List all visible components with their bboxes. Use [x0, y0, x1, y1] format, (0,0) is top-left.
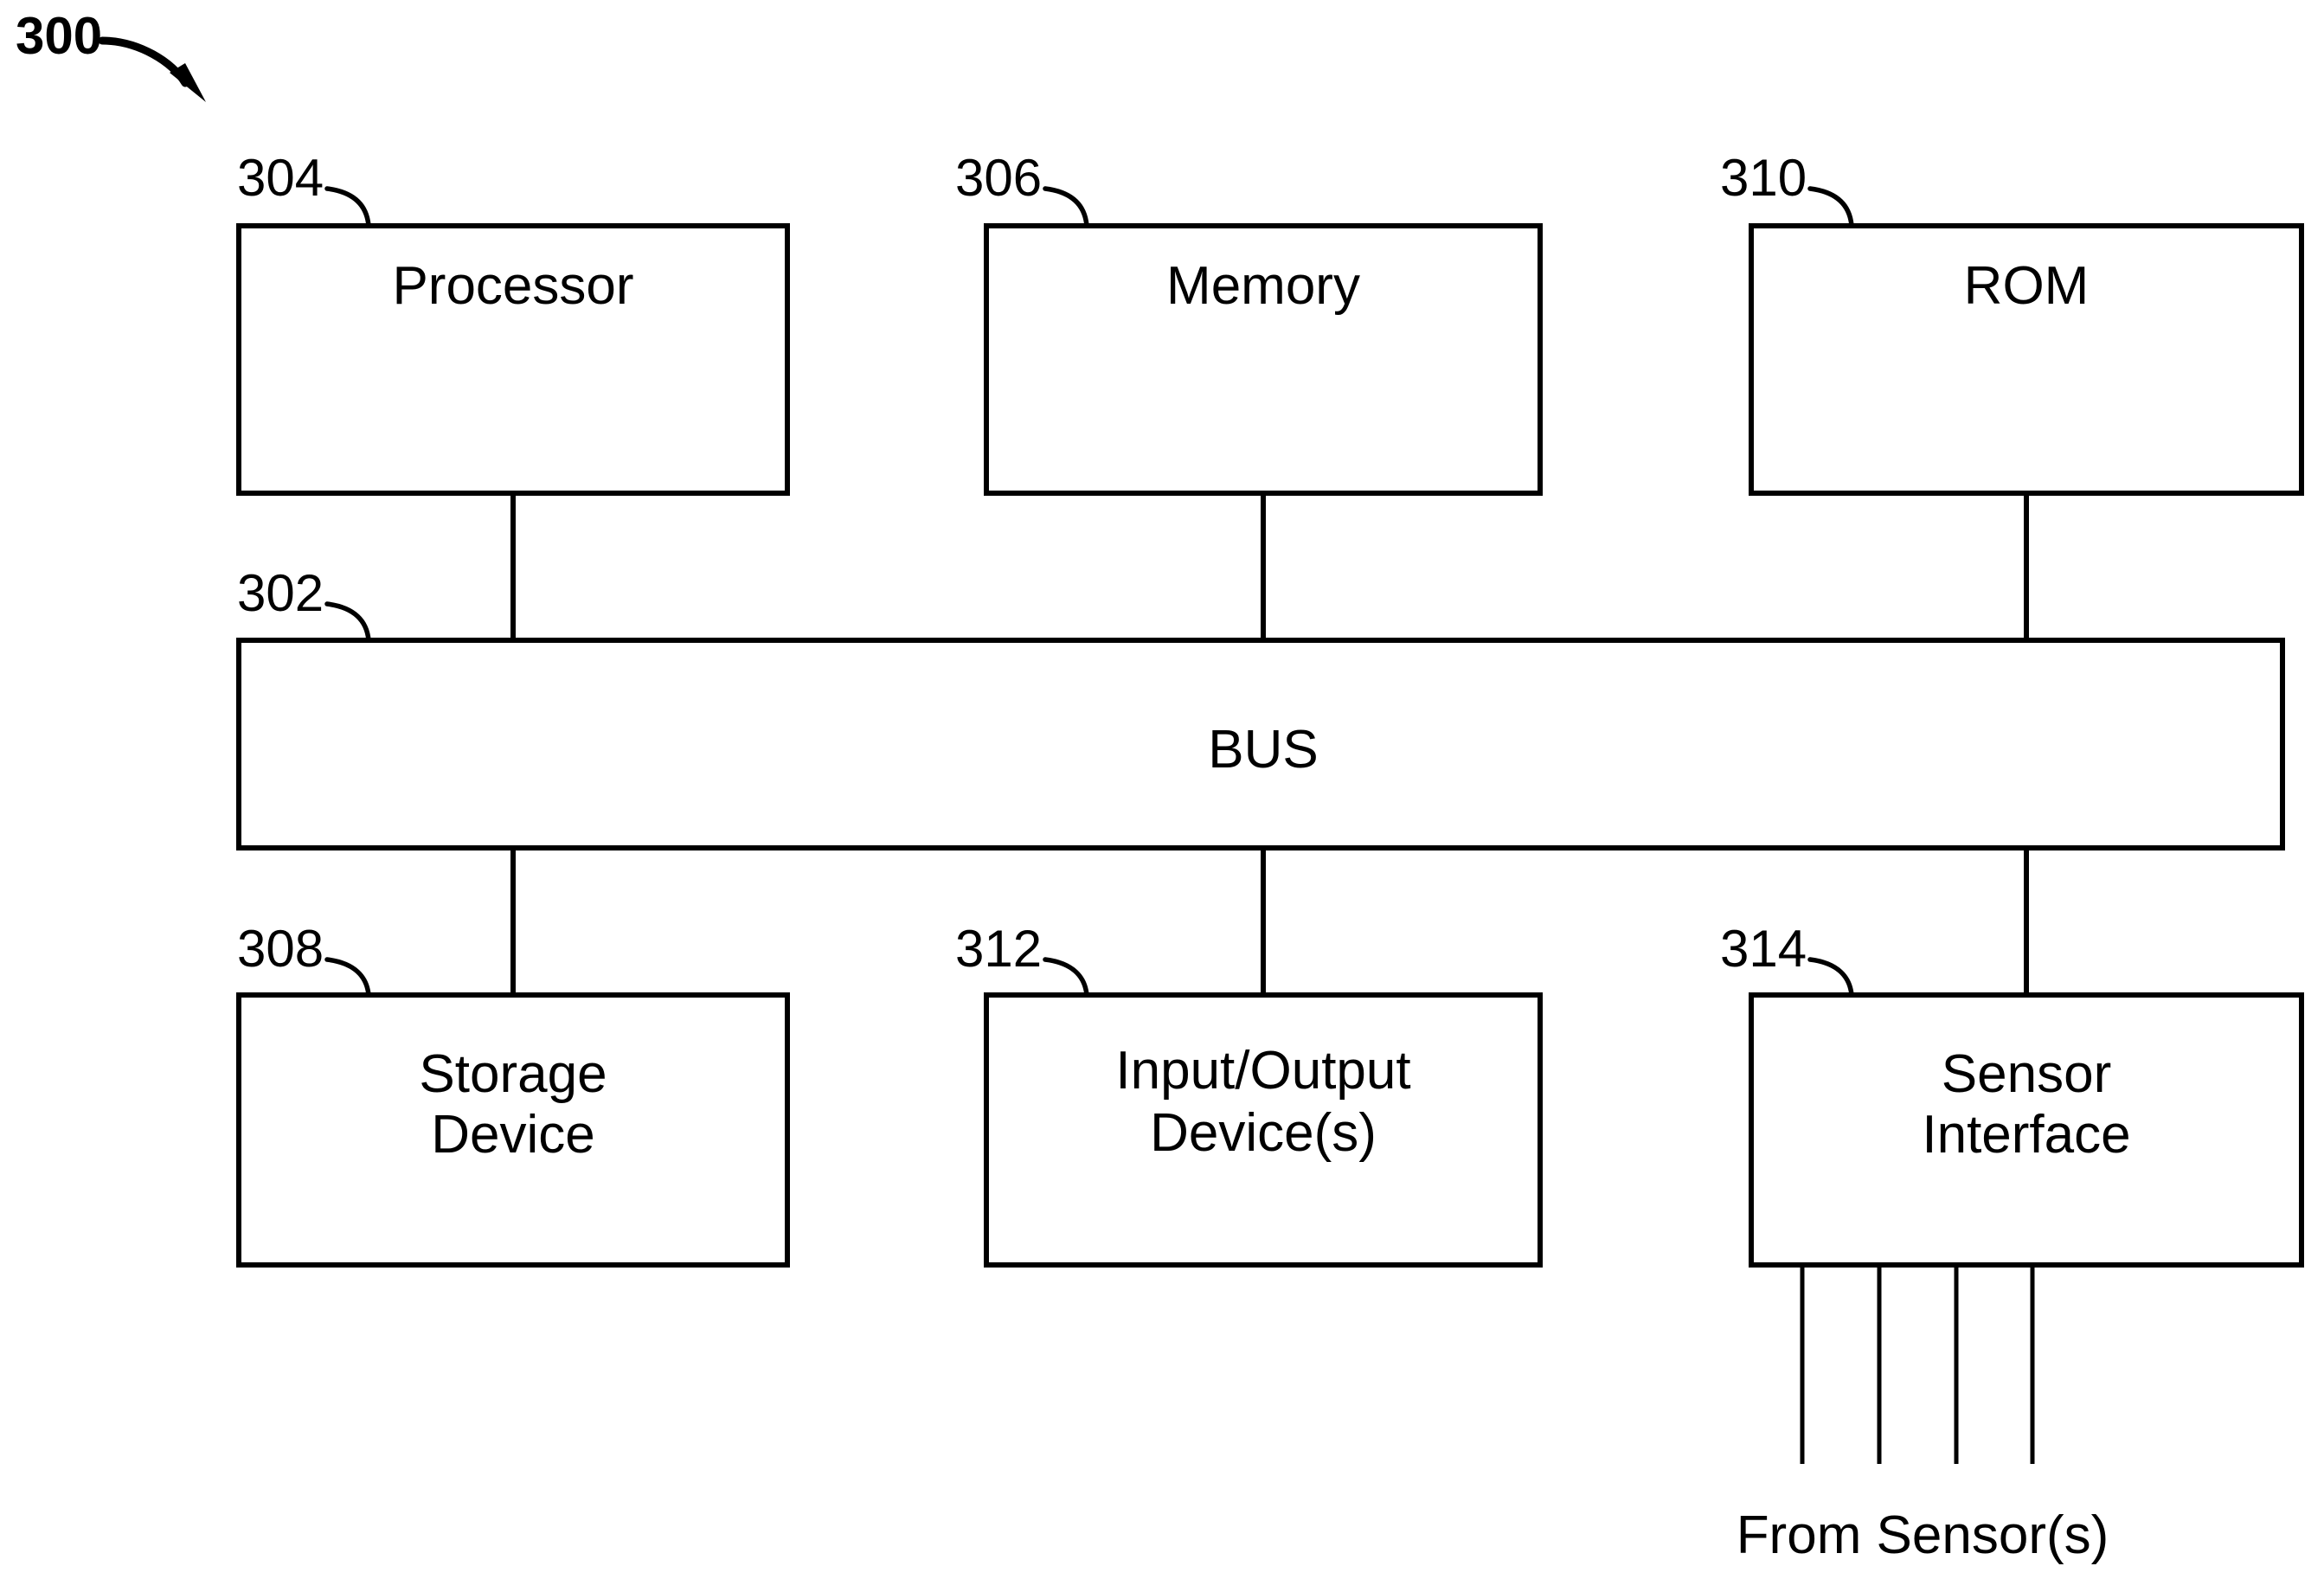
figure-canvas: 300 304 Processor 306 Memory 310 ROM 302…	[0, 0, 2324, 1579]
block-label-rom: ROM	[1964, 256, 2090, 316]
block-label-processor: Processor	[392, 256, 633, 316]
ref-number-storage: 308	[237, 920, 324, 978]
figure-number-label: 300	[16, 7, 102, 65]
block-label-storage-line2: Device	[431, 1105, 595, 1165]
ref-number-sensor-interface: 314	[1720, 920, 1807, 978]
block-label-sensor-line1: Sensor	[1942, 1044, 2111, 1104]
leader-line-bus	[324, 601, 371, 643]
ref-number-bus: 302	[237, 564, 324, 622]
block-label-bus: BUS	[1208, 720, 1318, 780]
leader-line-io	[1043, 957, 1089, 998]
figure-arrow-curve	[98, 36, 189, 87]
leader-line-sensor-interface	[1807, 957, 1854, 998]
caption-from-sensors: From Sensor(s)	[1737, 1505, 2109, 1565]
ref-number-io: 312	[955, 920, 1042, 978]
ref-number-rom: 310	[1720, 149, 1807, 207]
ref-number-processor: 304	[237, 149, 324, 207]
block-label-memory: Memory	[1166, 256, 1360, 316]
leader-line-rom	[1807, 186, 1854, 228]
block-label-io-line2: Device(s)	[1150, 1103, 1377, 1163]
leader-line-storage	[324, 957, 371, 998]
block-diagram: 300 304 Processor 306 Memory 310 ROM 302…	[16, 7, 2304, 1565]
block-label-io-line1: Input/Output	[1115, 1041, 1410, 1101]
leader-line-processor	[324, 186, 371, 228]
block-label-sensor-line2: Interface	[1922, 1105, 2130, 1165]
ref-number-memory: 306	[955, 149, 1042, 207]
block-label-storage-line1: Storage	[419, 1044, 607, 1104]
leader-line-memory	[1043, 186, 1089, 228]
